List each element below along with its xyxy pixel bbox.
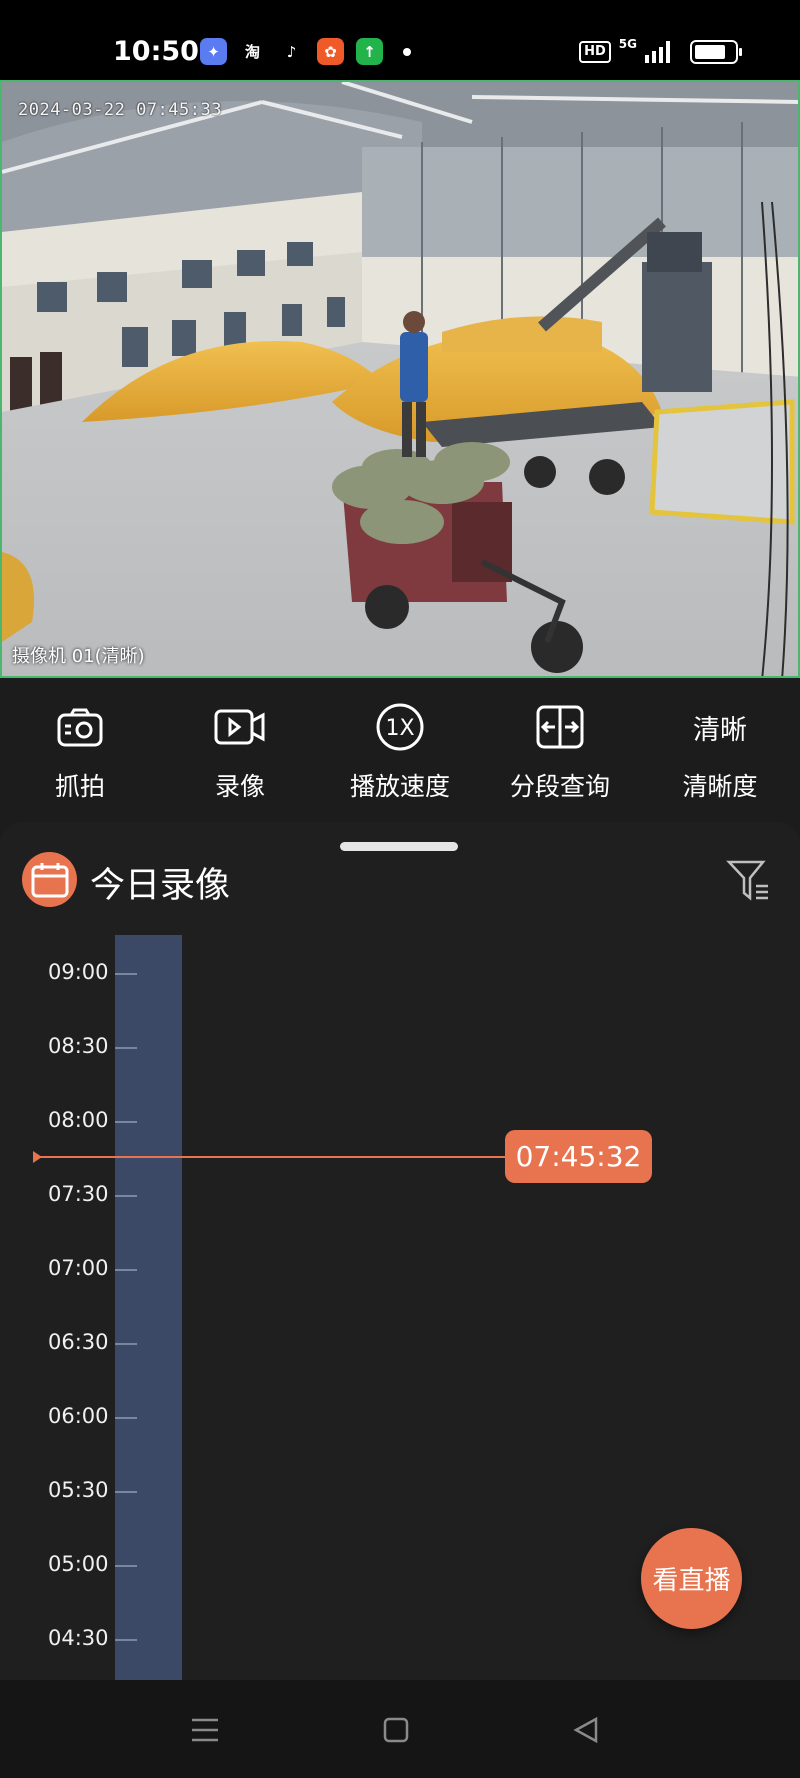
taobao-icon: 淘	[239, 38, 266, 65]
time-tick-mark	[115, 1195, 137, 1197]
record-button[interactable]: 录像	[160, 680, 320, 822]
snapshot-label: 抓拍	[54, 772, 105, 801]
camera-label: 摄像机 01(清晰)	[12, 646, 145, 667]
time-tick-mark	[115, 973, 137, 975]
playback-toolbar: 抓拍 录像 1X 播放速度 分段查询 清晰 清晰度	[0, 680, 800, 822]
time-tick-mark	[115, 1121, 137, 1123]
playback-speed-button[interactable]: 1X 播放速度	[320, 680, 480, 822]
time-tick: 09:00	[0, 960, 800, 984]
drag-handle[interactable]	[340, 842, 458, 851]
snapshot-button[interactable]: 抓拍	[0, 680, 160, 822]
time-tick: 08:30	[0, 1034, 800, 1058]
clarity-text-icon: 清晰	[693, 702, 747, 752]
segment-query-icon	[533, 702, 587, 752]
network-type: 5G	[618, 37, 637, 51]
time-tick-label: 07:30	[48, 1182, 109, 1206]
time-tick-label: 06:30	[48, 1330, 109, 1354]
watch-live-button[interactable]: 看直播	[641, 1528, 742, 1629]
clarity-button[interactable]: 清晰 清晰度	[640, 680, 800, 822]
current-time-line	[36, 1156, 506, 1158]
tiktok-icon: ♪	[278, 38, 305, 65]
time-tick-label: 05:00	[48, 1552, 109, 1576]
system-status: HD 5G	[579, 37, 742, 64]
time-tick-mark	[115, 1417, 137, 1419]
time-tick: 07:30	[0, 1182, 800, 1206]
time-tick-label: 08:30	[48, 1034, 109, 1058]
segment-query-button[interactable]: 分段查询	[480, 680, 640, 822]
speed-value: 1X	[385, 716, 414, 741]
time-tick: 06:00	[0, 1404, 800, 1428]
time-tick: 07:00	[0, 1256, 800, 1280]
video-timestamp-overlay: 2024-03-22 07:45:33	[18, 100, 222, 120]
time-tick-label: 08:00	[48, 1108, 109, 1132]
back-icon[interactable]	[566, 1710, 606, 1750]
playback-speed-icon: 1X	[373, 702, 427, 752]
time-tick: 08:00	[0, 1108, 800, 1132]
segment-query-label: 分段查询	[509, 772, 610, 801]
status-bar: 10:50 ✦ 淘 ♪ ✿ ↑ HD 5G	[0, 0, 800, 80]
bird-app-icon: ✦	[200, 38, 227, 65]
signal-icon	[645, 41, 670, 63]
battery-icon	[690, 40, 742, 64]
system-nav-bar	[0, 1680, 800, 1778]
current-time-marker	[33, 1151, 42, 1163]
time-tick: 05:30	[0, 1478, 800, 1502]
video-record-icon	[213, 702, 267, 752]
time-tick-mark	[115, 1565, 137, 1567]
time-tick-label: 05:30	[48, 1478, 109, 1502]
recordings-title: 今日录像	[90, 866, 231, 906]
orange-app-icon: ✿	[317, 38, 344, 65]
time-tick-mark	[115, 1047, 137, 1049]
green-app-icon: ↑	[356, 38, 383, 65]
home-icon[interactable]	[376, 1710, 416, 1750]
record-label: 录像	[214, 772, 265, 801]
clarity-current: 清晰	[693, 714, 747, 746]
time-tick-label: 06:00	[48, 1404, 109, 1428]
time-tick: 06:30	[0, 1330, 800, 1354]
playback-speed-label: 播放速度	[349, 772, 450, 801]
video-player[interactable]: 2024-03-22 07:45:33 摄像机 01(清晰)	[0, 80, 800, 678]
clarity-label: 清晰度	[682, 772, 758, 801]
time-tick: 04:30	[0, 1626, 800, 1650]
current-time-badge: 07:45:32	[505, 1130, 652, 1183]
time-tick-label: 04:30	[48, 1626, 109, 1650]
time-tick-label: 09:00	[48, 960, 109, 984]
status-time: 10:50	[113, 36, 199, 67]
time-tick-mark	[115, 1343, 137, 1345]
notification-icons: ✦ 淘 ♪ ✿ ↑	[200, 38, 411, 65]
time-tick-mark	[115, 1269, 137, 1271]
hd-badge: HD	[579, 41, 611, 63]
time-tick-mark	[115, 1491, 137, 1493]
camera-feed-image	[2, 82, 798, 676]
menu-icon[interactable]	[185, 1710, 225, 1750]
more-notifications-dot	[403, 47, 411, 56]
time-tick-label: 07:00	[48, 1256, 109, 1280]
camera-snapshot-icon	[53, 702, 107, 752]
time-tick-mark	[115, 1639, 137, 1641]
filter-icon	[726, 860, 768, 901]
filter-button[interactable]	[726, 858, 770, 902]
calendar-icon	[31, 862, 68, 897]
calendar-button[interactable]	[22, 852, 77, 907]
